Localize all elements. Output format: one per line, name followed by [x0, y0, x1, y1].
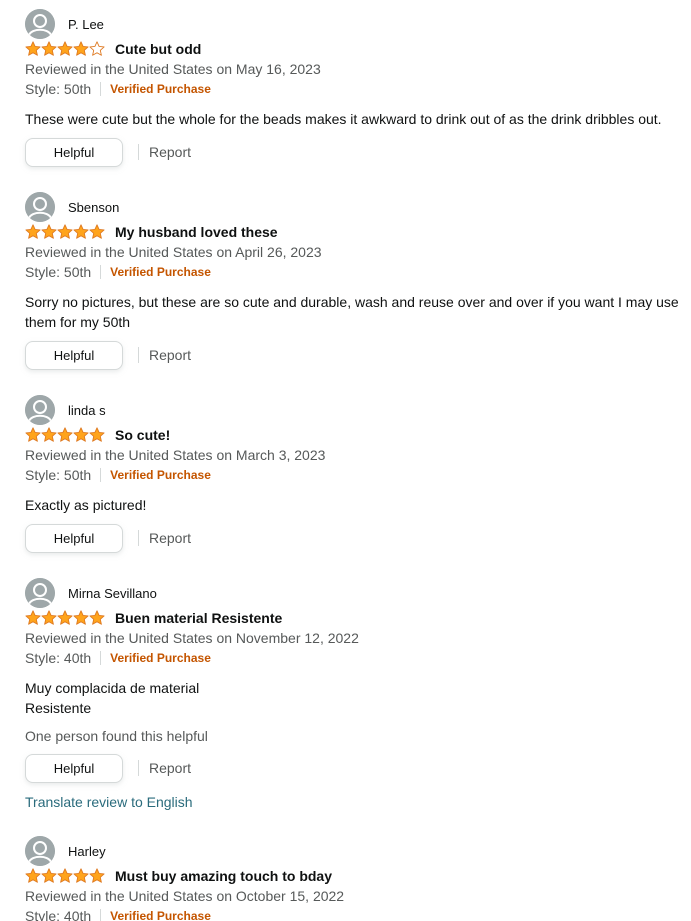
- star-icon: [25, 224, 41, 239]
- helpful-button[interactable]: Helpful: [25, 523, 123, 553]
- star-rating[interactable]: [25, 224, 105, 240]
- star-icon: [57, 610, 73, 625]
- review-date: Reviewed in the United States on Novembe…: [25, 630, 359, 646]
- review-date: Reviewed in the United States on May 16,…: [25, 61, 321, 77]
- divider: [100, 82, 102, 96]
- review-title[interactable]: So cute!: [115, 427, 170, 443]
- helpful-vote-count: One person found this helpful: [25, 728, 208, 744]
- divider: [138, 760, 139, 776]
- verified-purchase-badge: Verified Purchase: [110, 909, 211, 921]
- star-icon: [57, 427, 73, 442]
- reviews-list: P. Lee Cute but odd Reviewed in the Unit…: [0, 0, 691, 921]
- divider: [138, 347, 139, 363]
- star-icon: [57, 41, 73, 56]
- reviewer-name: P. Lee: [68, 16, 104, 32]
- review-title[interactable]: Buen material Resistente: [115, 610, 282, 626]
- star-rating[interactable]: [25, 41, 105, 57]
- product-style[interactable]: Style: 50th: [25, 81, 91, 97]
- star-icon: [73, 868, 89, 883]
- star-icon: [25, 610, 41, 625]
- review-date: Reviewed in the United States on October…: [25, 888, 345, 904]
- star-icon: [25, 868, 41, 883]
- review-title[interactable]: Must buy amazing touch to bday: [115, 868, 332, 884]
- star-icon: [73, 427, 89, 442]
- product-style[interactable]: Style: 40th: [25, 908, 91, 921]
- verified-purchase-badge: Verified Purchase: [110, 468, 211, 482]
- reviewer-profile[interactable]: P. Lee: [25, 9, 104, 39]
- review-date: Reviewed in the United States on April 2…: [25, 244, 322, 260]
- translate-review-link[interactable]: Translate review to English: [25, 793, 193, 811]
- divider: [100, 651, 102, 665]
- reviewer-profile[interactable]: Sbenson: [25, 192, 119, 222]
- star-icon: [89, 868, 105, 883]
- star-icon: [25, 41, 41, 56]
- reviewer-name: Harley: [68, 843, 106, 859]
- product-style[interactable]: Style: 50th: [25, 264, 91, 280]
- review-body: These were cute but the whole for the be…: [25, 111, 662, 127]
- star-icon: [25, 427, 41, 442]
- report-link[interactable]: Report: [149, 530, 191, 546]
- reviewer-name: Sbenson: [68, 199, 120, 215]
- default-user-avatar-icon: [25, 192, 55, 222]
- review-body-line: Resistente: [25, 700, 92, 716]
- verified-purchase-badge: Verified Purchase: [110, 265, 211, 279]
- star-icon: [89, 427, 105, 442]
- star-icon: [41, 868, 57, 883]
- helpful-button[interactable]: Helpful: [25, 137, 123, 167]
- default-user-avatar-icon: [25, 395, 55, 425]
- reviewer-profile[interactable]: linda s: [25, 395, 106, 425]
- divider: [138, 144, 139, 160]
- star-icon: [57, 868, 73, 883]
- review-title[interactable]: My husband loved these: [115, 224, 278, 240]
- star-icon: [41, 41, 57, 56]
- helpful-button[interactable]: Helpful: [25, 753, 123, 783]
- star-rating[interactable]: [25, 427, 105, 443]
- star-rating[interactable]: [25, 868, 105, 884]
- product-style[interactable]: Style: 50th: [25, 467, 91, 483]
- star-icon: [73, 610, 89, 625]
- reviewer-name: Mirna Sevillano: [68, 585, 157, 601]
- star-icon: [89, 41, 105, 56]
- reviewer-profile[interactable]: Mirna Sevillano: [25, 578, 157, 608]
- star-icon: [41, 224, 57, 239]
- divider: [100, 909, 102, 921]
- review-title[interactable]: Cute but odd: [115, 41, 201, 57]
- star-rating[interactable]: [25, 610, 105, 626]
- product-style[interactable]: Style: 40th: [25, 650, 91, 666]
- helpful-button[interactable]: Helpful: [25, 340, 123, 370]
- reviewer-profile[interactable]: Harley: [25, 836, 106, 866]
- review-body: Exactly as pictured!: [25, 497, 147, 513]
- report-link[interactable]: Report: [149, 760, 191, 776]
- star-icon: [73, 41, 89, 56]
- star-icon: [41, 427, 57, 442]
- review-date: Reviewed in the United States on March 3…: [25, 447, 326, 463]
- review-body: Sorry no pictures, but these are so cute…: [25, 294, 679, 330]
- review-body-line: Muy complacida de material: [25, 680, 200, 696]
- star-icon: [73, 224, 89, 239]
- reviewer-name: linda s: [68, 402, 106, 418]
- verified-purchase-badge: Verified Purchase: [110, 82, 211, 96]
- star-icon: [57, 224, 73, 239]
- verified-purchase-badge: Verified Purchase: [110, 651, 211, 665]
- report-link[interactable]: Report: [149, 144, 191, 160]
- star-icon: [41, 610, 57, 625]
- divider: [100, 468, 102, 482]
- default-user-avatar-icon: [25, 836, 55, 866]
- review-body: Muy complacida de material Resistente: [25, 678, 690, 718]
- star-icon: [89, 224, 105, 239]
- default-user-avatar-icon: [25, 578, 55, 608]
- divider: [100, 265, 102, 279]
- default-user-avatar-icon: [25, 9, 55, 39]
- star-icon: [89, 610, 105, 625]
- report-link[interactable]: Report: [149, 347, 191, 363]
- divider: [138, 530, 139, 546]
